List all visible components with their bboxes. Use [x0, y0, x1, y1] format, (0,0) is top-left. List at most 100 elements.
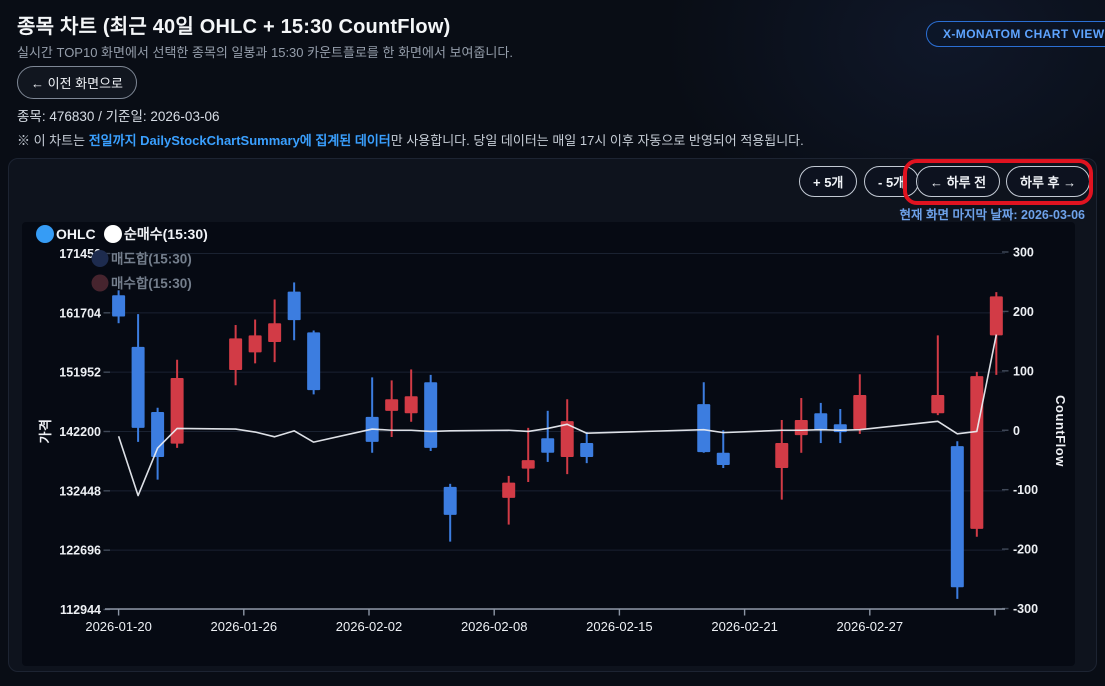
legend-swatch	[104, 225, 122, 243]
price-tick-label: 132448	[59, 484, 101, 498]
price-tick-label: 112944	[60, 603, 101, 617]
flow-axis-title: CountFlow	[1053, 395, 1068, 467]
x-monatom-chart-view-button[interactable]: X-MONATOM CHART VIEW	[926, 21, 1105, 47]
flow-tick-label: -200	[1013, 543, 1038, 557]
candle-body	[288, 292, 301, 321]
legend-item[interactable]: 매도합(15:30)	[92, 250, 192, 267]
candle	[268, 299, 281, 362]
candle-body	[229, 338, 242, 370]
date-tick-label: 2026-02-15	[586, 619, 653, 634]
page-title: 종목 차트 (최근 40일 OHLC + 15:30 CountFlow)	[17, 10, 450, 39]
next-day-button[interactable]: 하루 후 →	[1006, 166, 1090, 197]
candle-body	[385, 399, 398, 411]
date-tick-label: 2026-02-27	[837, 619, 904, 634]
candle-body	[990, 296, 1003, 335]
date-tick-label: 2026-02-08	[461, 619, 528, 634]
date-tick-label: 2026-01-26	[211, 619, 278, 634]
stock-chart-svg: 1714561617041519521422001324481226961129…	[22, 222, 1075, 666]
subtract-5-button[interactable]: - 5개	[864, 166, 919, 197]
candle	[424, 375, 437, 451]
candle	[795, 398, 808, 453]
back-button[interactable]: ← 이전 화면으로	[17, 66, 137, 99]
candle	[717, 430, 730, 468]
chart-card: 1714561617041519521422001324481226961129…	[22, 222, 1075, 666]
candle	[385, 380, 398, 437]
candle-body	[132, 347, 145, 428]
candle	[229, 325, 242, 385]
candle-body	[580, 443, 593, 457]
candle-body	[970, 376, 983, 529]
candle	[288, 282, 301, 340]
candle	[990, 292, 1003, 375]
candle	[814, 403, 827, 443]
candle	[444, 484, 457, 542]
price-tick-label: 142200	[59, 425, 101, 439]
flow-tick-label: 200	[1013, 305, 1034, 319]
candle-body	[697, 404, 710, 452]
candle	[522, 428, 535, 482]
candle	[561, 399, 574, 474]
flow-tick-label: 300	[1013, 246, 1034, 260]
price-axis-title: 가격	[38, 419, 53, 444]
candle-body	[268, 323, 281, 342]
candle-body	[775, 443, 788, 468]
legend-item[interactable]: OHLC	[36, 225, 96, 243]
date-tick-label: 2026-02-02	[336, 619, 403, 634]
price-tick-label: 122696	[59, 544, 101, 558]
candle-body	[717, 453, 730, 465]
price-tick-label: 151952	[59, 366, 101, 380]
candle	[580, 432, 593, 463]
candle	[249, 320, 262, 364]
date-tick-label: 2026-02-21	[711, 619, 778, 634]
candle-body	[814, 413, 827, 430]
candle	[853, 374, 866, 434]
candle-body	[951, 446, 964, 587]
candle-body	[502, 483, 515, 498]
add-5-button[interactable]: + 5개	[799, 166, 857, 197]
candle-body	[112, 295, 125, 316]
candle-body	[931, 395, 944, 413]
candle-body	[541, 438, 554, 453]
candle-body	[795, 420, 808, 435]
note-prefix: ※ 이 차트는	[17, 133, 89, 148]
candle-body	[405, 396, 418, 413]
flow-tick-label: -100	[1013, 483, 1038, 497]
legend-swatch	[92, 250, 109, 267]
prev-day-button[interactable]: ← 하루 전	[916, 166, 1000, 197]
candle	[132, 314, 145, 442]
candle	[405, 369, 418, 421]
legend-swatch	[92, 275, 109, 292]
legend-item[interactable]: 순매수(15:30)	[104, 225, 208, 243]
candle	[697, 382, 710, 453]
flow-tick-label: 100	[1013, 364, 1034, 378]
stock-info: 종목: 476830 / 기준일: 2026-03-06	[17, 105, 219, 125]
legend-label: 매도합(15:30)	[111, 251, 192, 267]
candle	[112, 290, 125, 323]
candle-body	[424, 382, 437, 448]
data-source-note: ※ 이 차트는 전일까지 DailyStockChartSummary에 집계된…	[17, 130, 804, 149]
legend-label: 순매수(15:30)	[124, 226, 208, 242]
candle	[970, 372, 983, 537]
candle-body	[151, 412, 164, 457]
candle-body	[249, 335, 262, 352]
page-subtitle: 실시간 TOP10 화면에서 선택한 종목의 일봉과 15:30 카운트플로를 …	[17, 42, 513, 61]
legend-item[interactable]: 매수합(15:30)	[92, 275, 192, 292]
note-highlight: 전일까지 DailyStockChartSummary에 집계된 데이터	[89, 133, 391, 148]
candle	[951, 441, 964, 599]
candle	[366, 377, 379, 452]
candle-body	[307, 332, 320, 390]
candle-body	[853, 395, 866, 429]
legend-label: OHLC	[56, 226, 96, 242]
candle	[834, 409, 847, 443]
legend-label: 매수합(15:30)	[111, 275, 192, 291]
candle-body	[444, 487, 457, 515]
candle	[541, 411, 554, 462]
legend-swatch	[36, 225, 54, 243]
stock-chart-page: 종목 차트 (최근 40일 OHLC + 15:30 CountFlow) X-…	[0, 0, 1105, 686]
price-tick-label: 161704	[59, 306, 101, 320]
candle-body	[522, 460, 535, 469]
candle	[502, 476, 515, 525]
date-tick-label: 2026-01-20	[85, 619, 152, 634]
note-suffix: 만 사용합니다. 당일 데이터는 매일 17시 이후 자동으로 반영되어 적용됩…	[391, 133, 804, 148]
flow-tick-label: 0	[1013, 424, 1020, 438]
